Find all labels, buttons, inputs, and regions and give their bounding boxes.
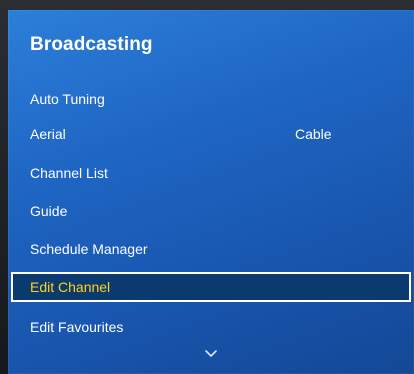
broadcasting-menu-panel: Broadcasting Auto Tuning Aerial Cable Ch… [8, 10, 414, 374]
menu-item-schedule-manager[interactable]: Schedule Manager [8, 235, 412, 263]
menu-item-auto-tuning[interactable]: Auto Tuning [8, 85, 412, 113]
menu-item-guide[interactable]: Guide [8, 197, 412, 225]
menu-item-label: Edit Channel [30, 279, 111, 295]
menu-item-edit-channel[interactable]: Edit Channel [11, 272, 411, 302]
chevron-down-icon[interactable] [204, 349, 218, 359]
menu-item-label: Schedule Manager [30, 241, 148, 257]
menu-item-label: Channel List [30, 165, 108, 181]
tv-screen: Broadcasting Auto Tuning Aerial Cable Ch… [0, 0, 414, 374]
menu-title: Broadcasting [30, 34, 153, 55]
menu-item-label: Auto Tuning [30, 91, 105, 107]
menu-item-edit-favourites[interactable]: Edit Favourites [8, 313, 412, 341]
menu-item-label: Edit Favourites [30, 319, 124, 335]
menu-item-label: Aerial [30, 126, 66, 142]
menu-item-channel-list[interactable]: Channel List [8, 159, 412, 187]
menu-item-aerial[interactable]: Aerial Cable [8, 120, 412, 148]
menu-item-value: Cable [295, 126, 332, 142]
menu-item-label: Guide [30, 203, 68, 219]
